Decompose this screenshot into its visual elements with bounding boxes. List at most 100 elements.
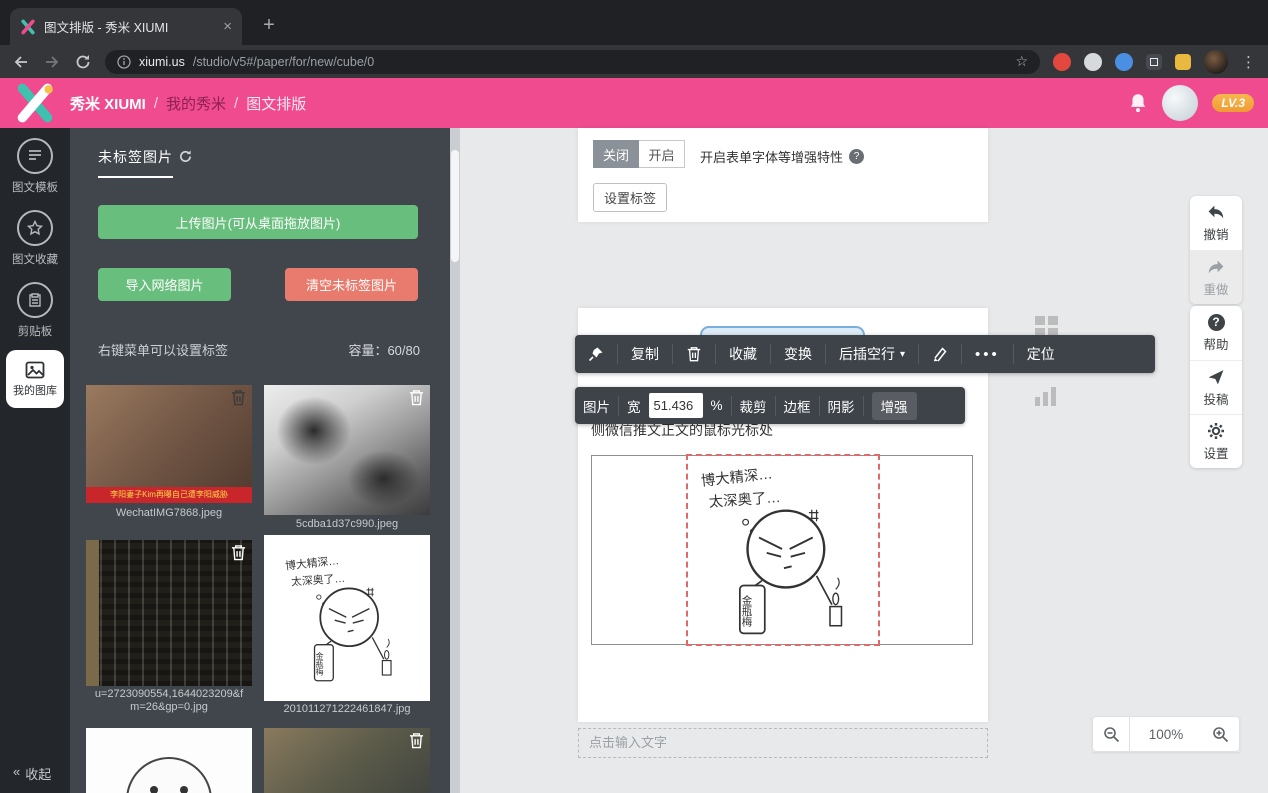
text-input-placeholder[interactable]: 点击输入文字: [578, 728, 988, 758]
pin-icon: [588, 346, 604, 362]
image-filename: 5cdba1d37c990.jpeg: [264, 518, 430, 531]
percent-unit-label: %: [703, 387, 731, 424]
copy-button[interactable]: 复制: [618, 335, 672, 373]
zoom-level: 100%: [1130, 716, 1202, 752]
tab-title: 图文排版 - 秀米 XIUMI: [44, 17, 215, 36]
brush-icon: [932, 346, 948, 362]
editor-canvas-area: 关闭 开启 开启表单字体等增强特性 ? 设置标签 侧微信推文正文的鼠标光标处 博…: [460, 128, 1268, 793]
help-button[interactable]: ? 帮助: [1190, 306, 1242, 360]
extension-dark-icon[interactable]: [1146, 54, 1162, 70]
undo-icon: [1207, 203, 1225, 221]
browser-profile-avatar[interactable]: [1204, 50, 1228, 74]
clipboard-icon: [17, 282, 53, 318]
settings-label: 设置: [1203, 443, 1228, 462]
question-icon: ?: [1208, 314, 1225, 331]
image-thumbnail[interactable]: [264, 728, 430, 793]
sidebar-item-label: 图文模板: [0, 179, 70, 195]
border-button[interactable]: 边框: [776, 387, 819, 424]
collapse-sidebar-button[interactable]: « 收起: [13, 764, 51, 783]
clear-untagged-button[interactable]: 清空未标签图片: [285, 268, 418, 301]
back-icon[interactable]: [12, 53, 30, 71]
forward-icon[interactable]: [43, 53, 61, 71]
delete-image-icon[interactable]: [231, 389, 246, 406]
nav-layout-editor[interactable]: 图文排版: [246, 93, 306, 114]
image-thumbnail[interactable]: [86, 728, 252, 793]
set-tag-button[interactable]: 设置标签: [593, 183, 667, 212]
sidebar-item-my-gallery[interactable]: 我的图库: [6, 350, 64, 408]
zoom-out-button[interactable]: [1092, 716, 1130, 752]
sidebar-item-templates[interactable]: 图文模板: [0, 138, 70, 195]
locate-button[interactable]: 定位: [1014, 335, 1068, 373]
toggle-on-button[interactable]: 开启: [639, 140, 685, 168]
delete-image-icon[interactable]: [231, 544, 246, 561]
sidebar-item-favorites[interactable]: 图文收藏: [0, 210, 70, 267]
svg-text:金瓶梅: 金瓶梅: [315, 651, 324, 677]
transform-button[interactable]: 变换: [771, 335, 825, 373]
browser-tab[interactable]: 图文排版 - 秀米 XIUMI ×: [10, 8, 242, 45]
url-field[interactable]: xiumi.us /studio/v5#/paper/for/new/cube/…: [105, 50, 1040, 74]
sidebar-item-label: 剪贴板: [0, 323, 70, 339]
settings-button[interactable]: 设置: [1190, 414, 1242, 468]
more-actions-button[interactable]: •••: [962, 335, 1013, 373]
url-path: /studio/v5#/paper/for/new/cube/0: [193, 55, 374, 69]
comic-thumbnail-graphic: 博大精深… 太深奥了… 金瓶梅: [277, 543, 417, 693]
refresh-icon[interactable]: [178, 149, 193, 164]
extension-blue-icon[interactable]: [1115, 53, 1133, 71]
selected-image[interactable]: 博大精深… 太深奥了… 金瓶梅: [686, 454, 880, 646]
xiumi-logo[interactable]: [14, 82, 56, 124]
undo-button[interactable]: 撤销: [1190, 196, 1242, 250]
collapse-label: 收起: [25, 764, 51, 783]
favorite-button[interactable]: 收藏: [716, 335, 770, 373]
panel-scrollbar[interactable]: [450, 128, 460, 793]
toggle-off-button[interactable]: 关闭: [593, 140, 639, 168]
breadcrumb-separator: /: [234, 95, 238, 112]
help-label: 帮助: [1203, 334, 1228, 353]
delete-image-icon[interactable]: [409, 389, 424, 406]
shadow-button[interactable]: 阴影: [820, 387, 863, 424]
zoom-in-button[interactable]: [1202, 716, 1240, 752]
width-input[interactable]: [649, 393, 703, 418]
reload-icon[interactable]: [74, 53, 92, 71]
browser-menu-icon[interactable]: ⋮: [1241, 53, 1256, 71]
help-icon[interactable]: ?: [849, 149, 864, 164]
url-domain: xiumi.us: [139, 55, 185, 69]
sidebar-item-clipboard[interactable]: 剪贴板: [0, 282, 70, 339]
notification-bell-icon[interactable]: [1128, 92, 1148, 114]
pin-button[interactable]: [575, 335, 617, 373]
zoom-in-icon: [1212, 726, 1229, 743]
format-brush-button[interactable]: [919, 335, 961, 373]
image-type-label: 图片: [575, 387, 618, 424]
site-info-icon[interactable]: [117, 55, 131, 69]
user-avatar[interactable]: [1162, 85, 1198, 121]
panel-scrollbar-thumb[interactable]: [451, 150, 459, 262]
upload-image-button[interactable]: 上传图片(可从桌面拖放图片): [98, 205, 418, 239]
nav-my-xiumi[interactable]: 我的秀米: [166, 93, 226, 114]
tools-group: ? 帮助 投稿 设置: [1190, 306, 1242, 468]
image-thumbnail[interactable]: 李阳妻子Kim再曝自己遭李阳威胁: [86, 385, 252, 503]
brand-link[interactable]: 秀米 XIUMI: [70, 93, 146, 114]
bookmark-star-icon[interactable]: ☆: [1015, 53, 1028, 70]
tab-close-icon[interactable]: ×: [223, 18, 232, 35]
image-thumbnail[interactable]: [264, 385, 430, 515]
svg-text:金瓶梅: 金瓶梅: [741, 594, 753, 627]
import-web-image-button[interactable]: 导入网络图片: [98, 268, 231, 301]
extension-adblock-icon[interactable]: [1053, 53, 1071, 71]
paper-section-top: 关闭 开启 开启表单字体等增强特性 ? 设置标签: [578, 128, 988, 222]
capacity-label: 容量：60/80: [348, 340, 420, 359]
redo-button[interactable]: 重做: [1190, 250, 1242, 304]
enhance-button[interactable]: 增强: [864, 387, 925, 424]
image-thumbnail[interactable]: 博大精深… 太深奥了… 金瓶梅: [264, 535, 430, 701]
image-thumbnail[interactable]: [86, 540, 252, 686]
delete-image-icon[interactable]: [409, 732, 424, 749]
delete-button[interactable]: [673, 335, 715, 373]
collapse-chevrons-icon: «: [13, 764, 20, 783]
new-tab-button[interactable]: +: [256, 12, 282, 38]
extension-gold-icon[interactable]: [1175, 54, 1191, 70]
comic-image-graphic: 博大精深… 太深奥了… 金瓶梅: [690, 459, 876, 641]
insert-blank-after-button[interactable]: 后插空行 ▾: [826, 335, 918, 373]
submit-button[interactable]: 投稿: [1190, 360, 1242, 414]
crop-button[interactable]: 裁剪: [732, 387, 775, 424]
tab-untagged-images[interactable]: 未标签图片: [98, 147, 173, 178]
extension-gray-icon[interactable]: [1084, 53, 1102, 71]
app-header: 秀米 XIUMI / 我的秀米 / 图文排版: [0, 78, 1268, 128]
